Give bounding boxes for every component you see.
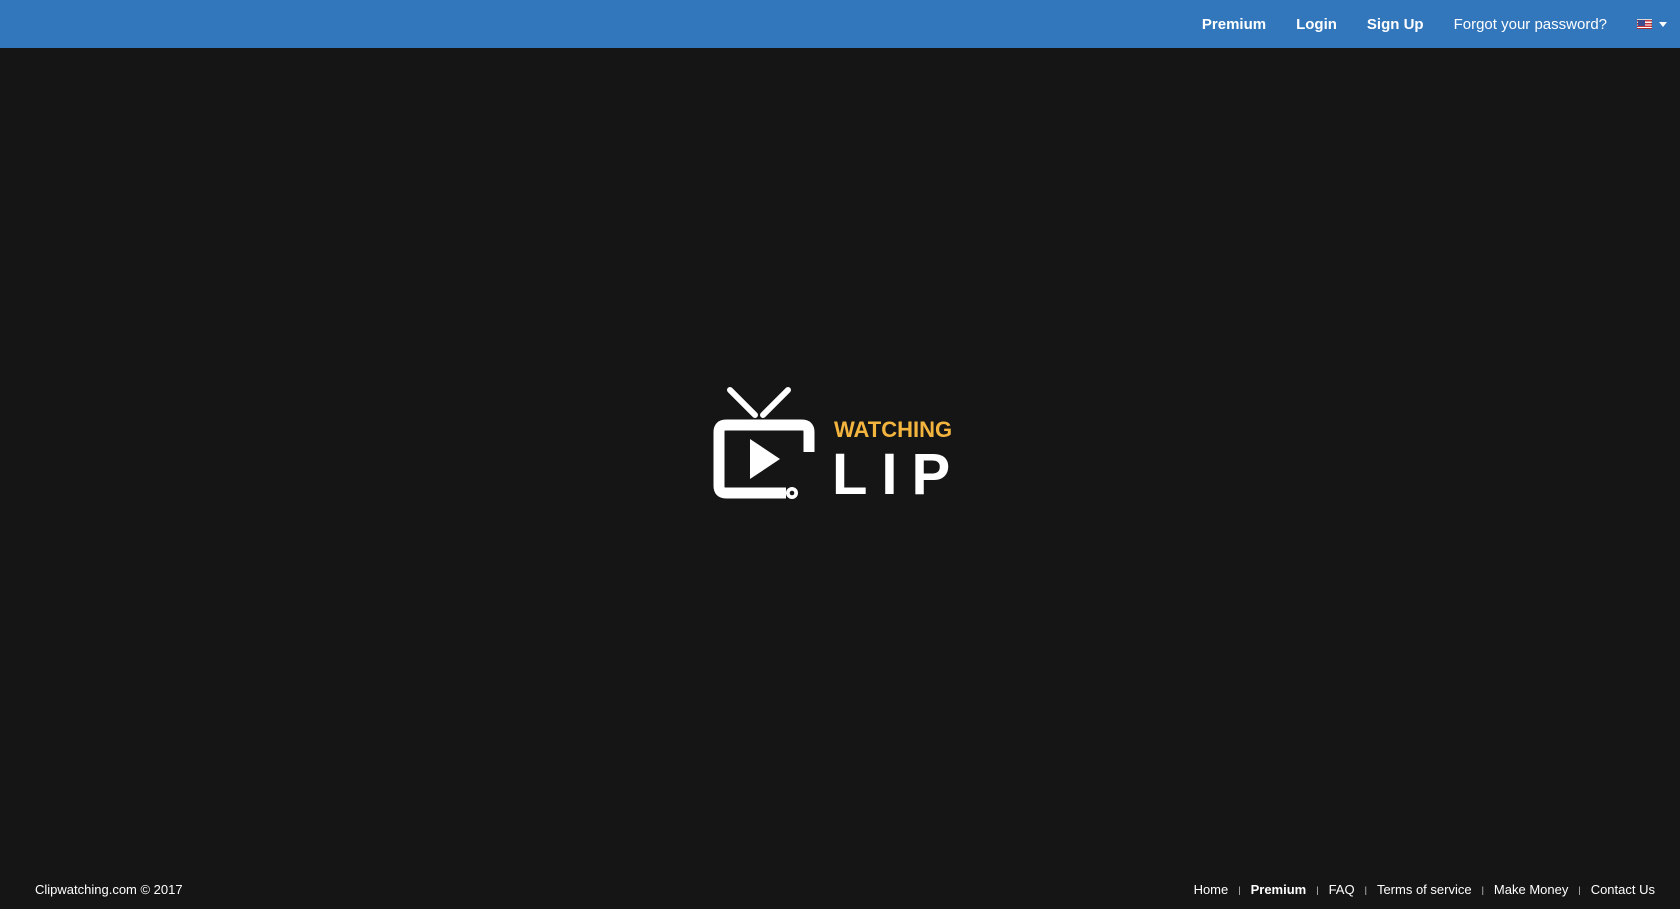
footer-separator: | <box>1481 885 1484 895</box>
us-flag-icon <box>1637 19 1652 29</box>
footer-nav: Home | Premium | FAQ | Terms of service … <box>1194 882 1655 897</box>
footer-make-money-link[interactable]: Make Money <box>1494 882 1568 897</box>
footer-terms-link[interactable]: Terms of service <box>1377 882 1472 897</box>
page-footer: Clipwatching.com © 2017 Home | Premium |… <box>0 869 1680 909</box>
nav-signup-link[interactable]: Sign Up <box>1367 16 1424 33</box>
logo-top-text: WATCHING <box>834 417 952 442</box>
footer-faq-link[interactable]: FAQ <box>1329 882 1355 897</box>
copyright-text: Clipwatching.com © 2017 <box>35 881 183 897</box>
tv-play-icon: WATCHING LIP <box>713 387 964 507</box>
site-logo[interactable]: WATCHING LIP <box>708 384 978 510</box>
top-navbar: Premium Login Sign Up Forgot your passwo… <box>0 0 1680 48</box>
footer-separator: | <box>1578 885 1581 895</box>
footer-separator: | <box>1364 885 1367 895</box>
footer-premium-link[interactable]: Premium <box>1251 882 1307 897</box>
footer-contact-link[interactable]: Contact Us <box>1591 882 1655 897</box>
nav-login-link[interactable]: Login <box>1296 16 1337 33</box>
footer-separator: | <box>1316 885 1319 895</box>
nav-premium-link[interactable]: Premium <box>1202 16 1266 33</box>
footer-separator: | <box>1238 885 1241 895</box>
language-dropdown[interactable] <box>1637 19 1667 29</box>
logo-bottom-text: LIP <box>832 442 964 507</box>
nav-forgot-password-link[interactable]: Forgot your password? <box>1454 16 1607 33</box>
footer-home-link[interactable]: Home <box>1194 882 1229 897</box>
caret-down-icon <box>1659 21 1667 27</box>
